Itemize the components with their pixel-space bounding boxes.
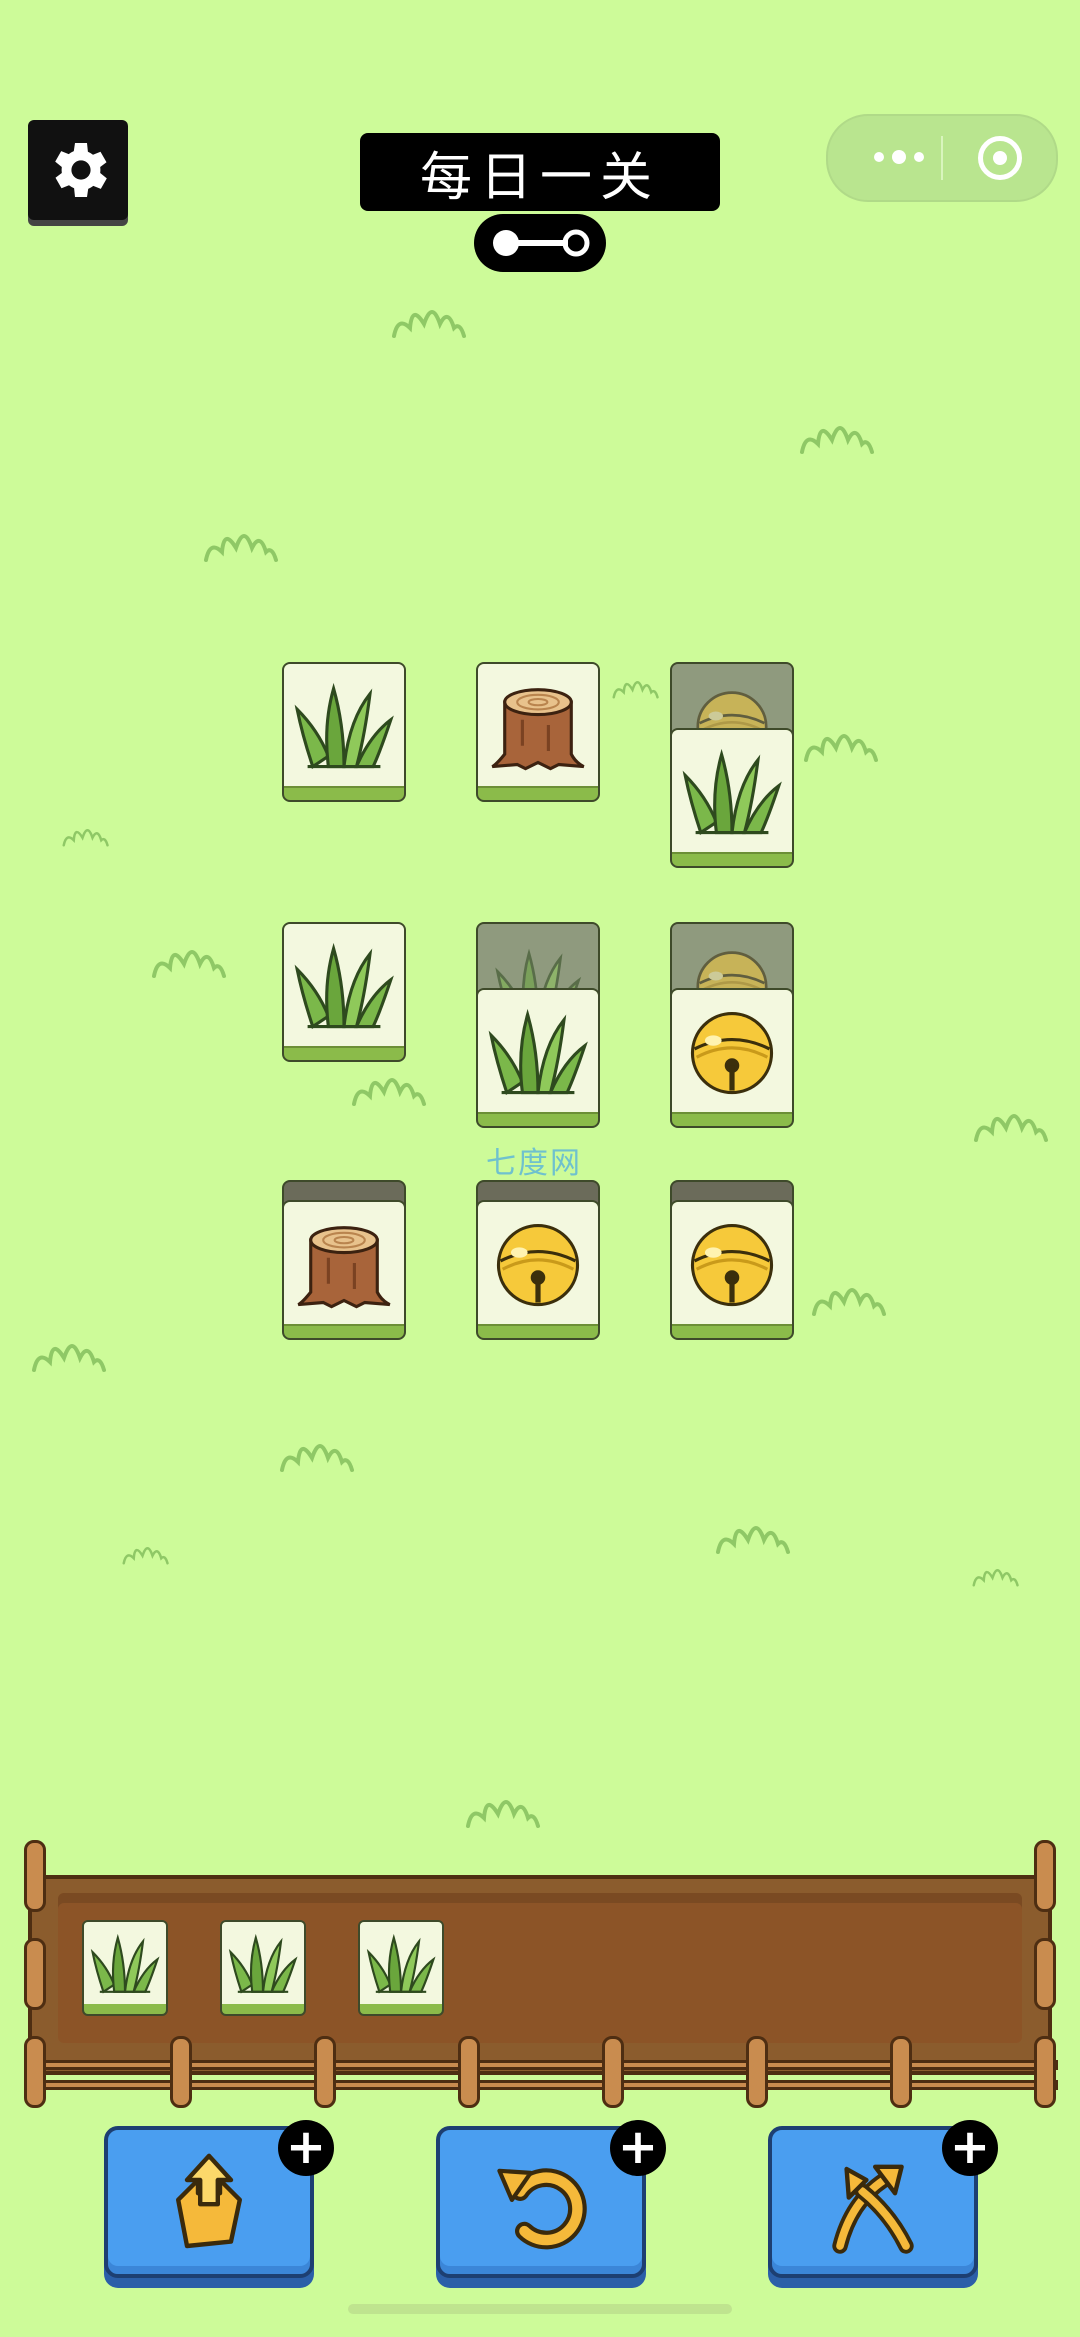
grass-tuft-decoration bbox=[60, 808, 110, 860]
fence-post bbox=[746, 2036, 768, 2108]
level-title: 每日一关 bbox=[360, 133, 720, 211]
gear-icon bbox=[55, 143, 107, 197]
fence-post bbox=[314, 2036, 336, 2108]
tile-grass[interactable] bbox=[282, 922, 406, 1062]
grass-tuft-decoration bbox=[276, 1430, 356, 1474]
key-icon bbox=[493, 229, 590, 257]
shuffle-icon bbox=[832, 2164, 914, 2254]
grass-tuft-decoration bbox=[970, 1100, 1050, 1144]
grass-tuft-decoration bbox=[28, 1330, 108, 1374]
grass-tuft-decoration bbox=[800, 720, 880, 764]
grass-tuft-decoration bbox=[610, 660, 660, 712]
target-circle-icon[interactable] bbox=[978, 136, 1022, 180]
shuffle-add-badge[interactable]: + bbox=[942, 2120, 998, 2176]
tray-slots-area bbox=[58, 1893, 1022, 2043]
undo-add-badge[interactable]: + bbox=[610, 2120, 666, 2176]
tile-bell[interactable] bbox=[476, 1200, 600, 1340]
grass-tuft-decoration bbox=[970, 1548, 1020, 1600]
fence-post bbox=[24, 2036, 46, 2108]
fence-post bbox=[24, 1938, 46, 2010]
settings-button[interactable] bbox=[28, 120, 128, 220]
undo-icon bbox=[497, 2168, 587, 2250]
tile-grass[interactable] bbox=[282, 662, 406, 802]
tile-grass[interactable] bbox=[670, 728, 794, 868]
tile-stump[interactable] bbox=[282, 1200, 406, 1340]
grass-tuft-decoration bbox=[148, 936, 228, 980]
tray-slot-tile bbox=[358, 1920, 444, 2016]
stump-icon bbox=[486, 673, 590, 777]
tray-slot-tile bbox=[220, 1920, 306, 2016]
grass-icon bbox=[89, 1927, 161, 1999]
grass-tuft-decoration bbox=[120, 1526, 170, 1578]
fence-post bbox=[1034, 1938, 1056, 2010]
bell-icon bbox=[680, 999, 784, 1103]
mini-program-capsule bbox=[826, 114, 1058, 202]
fence-post bbox=[458, 2036, 480, 2108]
home-indicator bbox=[348, 2304, 732, 2314]
key-indicator bbox=[474, 214, 606, 272]
fence-post bbox=[24, 1840, 46, 1912]
stump-icon bbox=[292, 1211, 396, 1315]
grass-icon bbox=[292, 673, 396, 777]
fence-post bbox=[1034, 1840, 1056, 1912]
tile-stump[interactable] bbox=[476, 662, 600, 802]
tile-grass[interactable] bbox=[476, 988, 600, 1128]
tray-slot-tile bbox=[82, 1920, 168, 2016]
watermark-text: 七度网 bbox=[486, 1146, 582, 1181]
grass-icon bbox=[365, 1927, 437, 1999]
tile-bell[interactable] bbox=[670, 1200, 794, 1340]
level-title-text: 每日一关 bbox=[419, 147, 660, 208]
grass-icon bbox=[680, 739, 784, 843]
grass-icon bbox=[292, 933, 396, 1037]
bell-icon bbox=[680, 1211, 784, 1315]
fence-post bbox=[1034, 2036, 1056, 2108]
fence-post bbox=[890, 2036, 912, 2108]
bell-icon bbox=[486, 1211, 590, 1315]
grass-tuft-decoration bbox=[388, 296, 468, 340]
more-dots-icon[interactable] bbox=[858, 134, 940, 180]
grass-tuft-decoration bbox=[712, 1512, 792, 1556]
grass-tuft-decoration bbox=[200, 520, 280, 564]
grass-icon bbox=[227, 1927, 299, 1999]
grass-tuft-decoration bbox=[348, 1064, 428, 1108]
grass-tuft-decoration bbox=[796, 412, 876, 456]
tile-bell[interactable] bbox=[670, 988, 794, 1128]
grass-icon bbox=[486, 999, 590, 1103]
fence-post bbox=[602, 2036, 624, 2108]
move-out-add-badge[interactable]: + bbox=[278, 2120, 334, 2176]
fence-post bbox=[170, 2036, 192, 2108]
grass-tuft-decoration bbox=[808, 1274, 888, 1318]
move-out-icon bbox=[176, 2153, 242, 2249]
grass-tuft-decoration bbox=[462, 1786, 542, 1830]
